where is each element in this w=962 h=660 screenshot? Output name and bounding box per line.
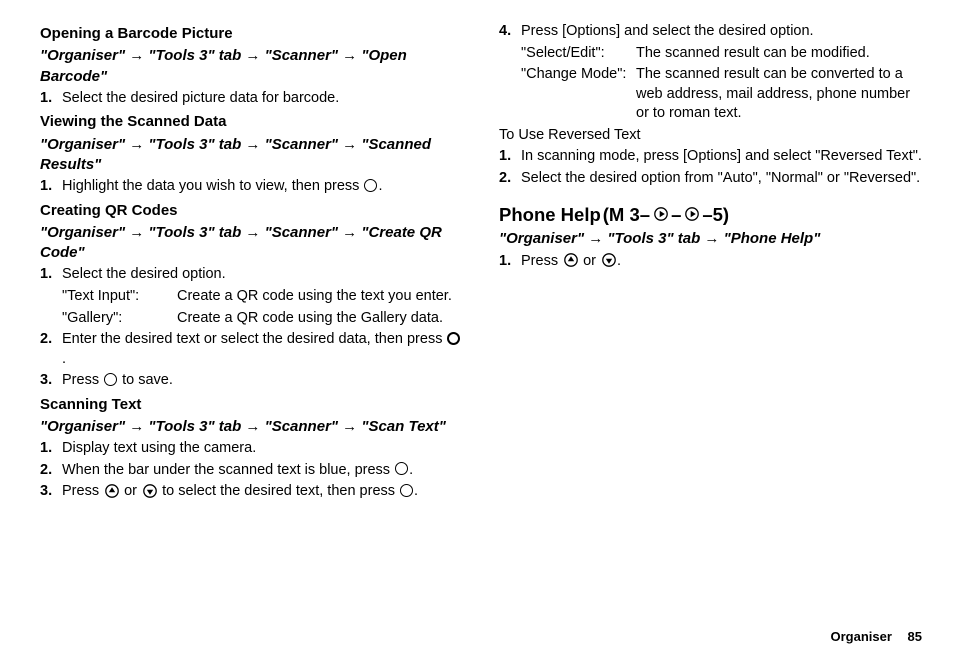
nav-path-scanned-results: "Organiser" → "Tools 3" tab → "Scanner" …: [40, 135, 463, 176]
step-number: 1.: [499, 252, 521, 272]
step-text: Enter the desired text or select the des…: [62, 330, 463, 369]
step-text: Press to save.: [62, 371, 463, 391]
step-number: 2.: [499, 169, 521, 189]
step-text: Display text using the camera.: [62, 439, 463, 459]
step-number: 1.: [40, 439, 62, 459]
step-text: Press or .: [521, 252, 922, 272]
right-column: 4. Press [Options] and select the desire…: [499, 20, 922, 502]
up-key-icon: [105, 484, 119, 498]
step-text: In scanning mode, press [Options] and se…: [521, 147, 922, 167]
step-number: 2.: [40, 330, 62, 369]
option-desc: The scanned result can be modified.: [636, 44, 922, 64]
center-key-icon: [447, 332, 460, 345]
option-term: "Change Mode":: [521, 65, 636, 124]
step-number: 3.: [40, 482, 62, 502]
nav-path-phone-help: "Organiser" → "Tools 3" tab → "Phone Hel…: [499, 229, 922, 249]
step-text: Press [Options] and select the desired o…: [521, 22, 922, 42]
up-key-icon: [564, 253, 578, 267]
step-text: Select the desired picture data for barc…: [62, 89, 463, 109]
step-number: 1.: [40, 177, 62, 197]
option-term: "Gallery":: [62, 309, 177, 329]
down-key-icon: [602, 253, 616, 267]
step-number: 2.: [40, 461, 62, 481]
step-number: 1.: [499, 147, 521, 167]
step-text: Select the desired option.: [62, 265, 463, 285]
nav-path-scan-text: "Organiser" → "Tools 3" tab → "Scanner" …: [40, 417, 463, 437]
section-title-phone-help: Phone Help (M 3–––5): [499, 203, 922, 228]
step-number: 4.: [499, 22, 521, 42]
option-desc: The scanned result can be converted to a…: [636, 65, 922, 124]
option-desc: Create a QR code using the text you ente…: [177, 287, 463, 307]
step-text: Press or to select the desired text, the…: [62, 482, 463, 502]
center-key-icon: [104, 373, 117, 386]
step-number: 3.: [40, 371, 62, 391]
option-desc: Create a QR code using the Gallery data.: [177, 309, 463, 329]
footer-page-number: 85: [908, 629, 922, 644]
step-text: Select the desired option from "Auto", "…: [521, 169, 922, 189]
step-text: When the bar under the scanned text is b…: [62, 461, 463, 481]
right-key-icon: [685, 207, 699, 221]
subheading-reversed-text: To Use Reversed Text: [499, 126, 922, 146]
option-term: "Select/Edit":: [521, 44, 636, 64]
step-number: 1.: [40, 265, 62, 285]
nav-path-create-qr: "Organiser" → "Tools 3" tab → "Scanner" …: [40, 223, 463, 264]
heading-view-scanned: Viewing the Scanned Data: [40, 112, 463, 132]
option-term: "Text Input":: [62, 287, 177, 307]
heading-create-qr: Creating QR Codes: [40, 201, 463, 221]
step-number: 1.: [40, 89, 62, 109]
heading-scan-text: Scanning Text: [40, 395, 463, 415]
down-key-icon: [143, 484, 157, 498]
nav-path-open-barcode: "Organiser" → "Tools 3" tab → "Scanner" …: [40, 46, 463, 87]
left-column: Opening a Barcode Picture "Organiser" → …: [40, 20, 463, 502]
heading-open-barcode: Opening a Barcode Picture: [40, 24, 463, 44]
center-key-icon: [400, 484, 413, 497]
page-footer: Organiser 85: [830, 629, 922, 644]
center-key-icon: [364, 179, 377, 192]
right-key-icon: [654, 207, 668, 221]
step-text: Highlight the data you wish to view, the…: [62, 177, 463, 197]
footer-section: Organiser: [830, 629, 891, 644]
center-key-icon: [395, 462, 408, 475]
